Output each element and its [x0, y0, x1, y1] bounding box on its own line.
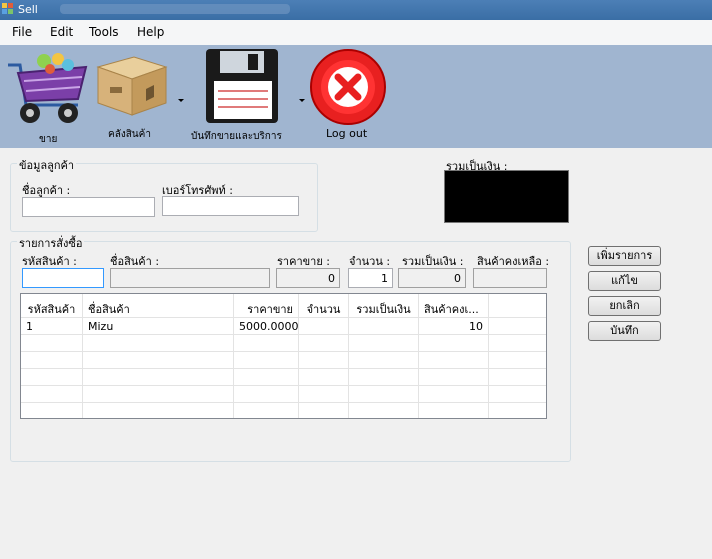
quantity-input[interactable] [348, 268, 393, 288]
toolbar: ขาย คลังสินค้า บันทึกขายและบริการ Log ou… [0, 45, 712, 148]
table-cell [349, 318, 419, 335]
table-row-empty [21, 403, 546, 418]
warehouse-label: คลังสินค้า [108, 129, 151, 140]
table-row-empty [21, 352, 546, 369]
menu-help[interactable]: Help [137, 25, 164, 39]
menu-edit[interactable]: Edit [50, 25, 73, 39]
column-header[interactable]: จำนวน [299, 294, 349, 318]
table-cell: 5000.0000 [234, 318, 299, 335]
sell-label: ขาย [39, 134, 58, 145]
table-row[interactable]: 1 Mizu 5000.0000 10 [21, 318, 546, 335]
table-cell [489, 318, 546, 335]
table-cell [299, 318, 349, 335]
table-cell: 1 [21, 318, 83, 335]
table-cell: 10 [419, 318, 489, 335]
warehouse-dropdown-arrow-icon[interactable] [178, 99, 184, 102]
logout-label: Log out [326, 127, 368, 140]
customer-group-title: ข้อมูลลูกค้า [17, 156, 77, 174]
table-row-empty [21, 369, 546, 386]
save-button[interactable]: บันทึก [588, 321, 661, 341]
customer-phone-input[interactable] [162, 196, 299, 216]
order-items-table[interactable]: รหัสสินค้า ชื่อสินค้า ราคาขาย จำนวน รวมเ… [20, 293, 547, 419]
column-header[interactable]: ราคาขาย [234, 294, 299, 318]
add-item-button[interactable]: เพิ่มรายการ [588, 246, 661, 266]
column-header[interactable]: รหัสสินค้า [21, 294, 83, 318]
menu-tools[interactable]: Tools [89, 25, 119, 39]
sell-button[interactable]: ขาย [6, 47, 90, 145]
app-icon [2, 3, 13, 14]
product-code-input[interactable] [22, 268, 104, 288]
window-title: Sell [18, 3, 38, 16]
title-bar-blurred-region [60, 4, 290, 14]
records-label: บันทึกขายและบริการ [191, 131, 282, 142]
table-row-empty [21, 335, 546, 352]
records-button[interactable]: บันทึกขายและบริการ [190, 49, 305, 142]
order-group-title: รายการสั่งซื้อ [17, 234, 85, 252]
column-header-empty [489, 294, 546, 318]
logout-button[interactable]: Log out [308, 47, 388, 142]
cancel-button[interactable]: ยกเลิก [588, 296, 661, 316]
grand-total-display [444, 170, 569, 223]
title-bar: Sell [0, 0, 712, 20]
menu-file[interactable]: File [12, 25, 32, 39]
table-header: รหัสสินค้า ชื่อสินค้า ราคาขาย จำนวน รวมเ… [21, 294, 546, 318]
customer-name-input[interactable] [22, 197, 155, 217]
column-header[interactable]: สินค้าคงเ... [419, 294, 489, 318]
box-icon [96, 56, 168, 116]
close-icon [310, 49, 386, 125]
price-input[interactable] [276, 268, 340, 288]
table-row-empty [21, 386, 546, 403]
column-header[interactable]: รวมเป็นเงิน [349, 294, 419, 318]
records-dropdown-arrow-icon[interactable] [299, 99, 305, 102]
column-header[interactable]: ชื่อสินค้า [83, 294, 234, 318]
shopping-cart-icon [8, 53, 88, 123]
warehouse-button[interactable]: คลังสินค้า [94, 49, 184, 141]
menu-bar: File Edit Tools Help [0, 20, 712, 45]
table-cell: Mizu [83, 318, 234, 335]
edit-button[interactable]: แก้ไข [588, 271, 661, 291]
product-name-input[interactable] [110, 268, 270, 288]
stock-input[interactable] [473, 268, 547, 288]
floppy-disk-icon [206, 49, 278, 123]
subtotal-input[interactable] [398, 268, 466, 288]
